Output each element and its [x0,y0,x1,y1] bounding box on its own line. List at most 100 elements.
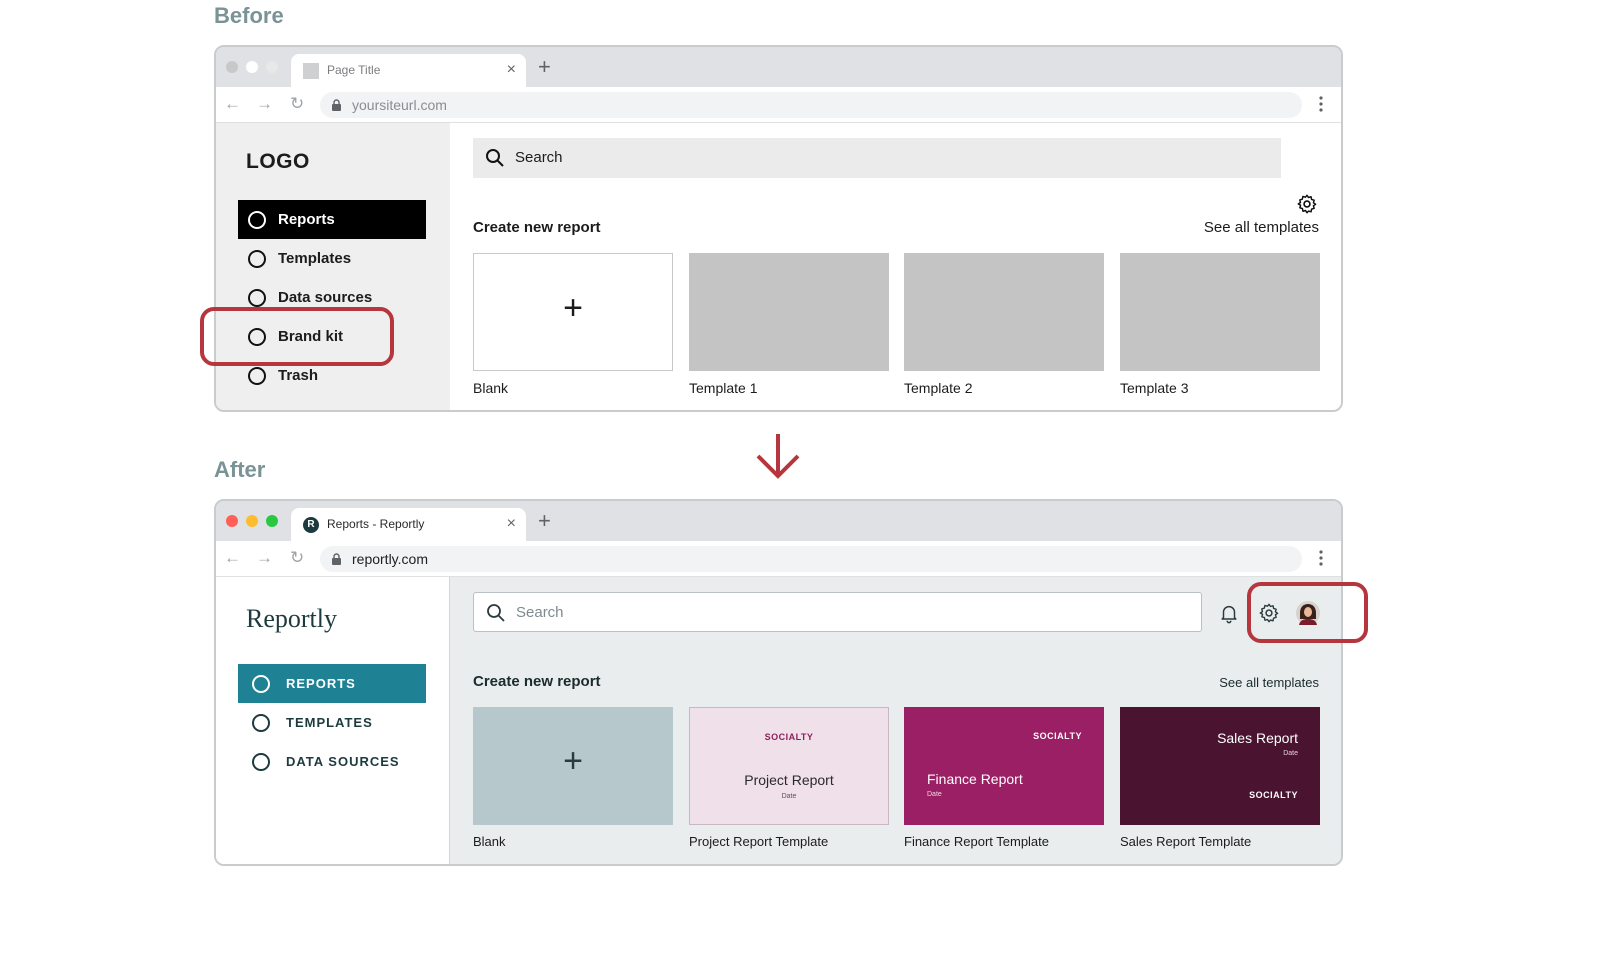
arrow-down-icon [756,434,800,479]
brand-tag: SOCIALTY [1249,790,1298,800]
back-icon[interactable]: ← [224,94,241,114]
sidebar-item-label: DATA SOURCES [286,754,400,769]
search-input[interactable]: Search [473,138,1281,178]
after-browser-window: R Reports - Reportly × + ← → ↻ reportly.… [214,499,1343,866]
card-label: Blank [473,380,509,396]
browser-menu-icon[interactable] [1319,95,1323,113]
browser-tab[interactable]: Page Title × [291,54,526,87]
search-placeholder: Search [515,149,563,166]
sidebar-item-reports[interactable]: Reports [238,200,426,239]
maximize-window-button[interactable] [266,515,278,527]
card-title: Project Report [744,772,834,788]
gear-icon[interactable] [1296,193,1318,215]
lock-icon [332,553,341,565]
maximize-window-button[interactable] [266,61,278,73]
reports-icon [248,210,266,229]
project-report-template-card[interactable]: SOCIALTY Project Report Date [689,707,889,825]
brand-tag: SOCIALTY [1033,731,1082,741]
template-card[interactable] [904,253,1104,371]
sidebar-item-label: REPORTS [286,676,356,691]
reportly-favicon-icon: R [303,517,319,533]
sales-report-template-card[interactable]: Sales Report Date SOCIALTY [1120,707,1320,825]
url-text: yoursiteurl.com [352,97,447,113]
logo: LOGO [246,150,310,173]
data-sources-icon [252,752,270,771]
address-bar-row: ← → ↻ yoursiteurl.com [216,87,1341,123]
search-input[interactable]: Search [473,592,1202,632]
reports-icon [252,674,270,693]
finance-report-template-card[interactable]: SOCIALTY Finance Report Date [904,707,1104,825]
card-title: Finance Report [927,771,1023,787]
blank-card[interactable]: + [473,253,673,371]
blank-card[interactable]: + [473,707,673,825]
reload-icon[interactable]: ↻ [290,94,304,114]
bell-icon[interactable] [1218,602,1240,624]
forward-icon[interactable]: → [256,94,273,114]
logo: Reportly [246,604,337,633]
search-icon [487,604,505,622]
after-label: After [214,457,266,482]
section-title: Create new report [473,673,601,690]
see-all-templates-link[interactable]: See all templates [1219,675,1319,690]
section-title: Create new report [473,219,601,236]
sidebar-item-label: Trash [278,367,319,384]
sidebar-item-data-sources[interactable]: DATA SOURCES [238,742,426,781]
sidebar-item-label: Templates [278,250,352,267]
close-window-button[interactable] [226,515,238,527]
window-controls [226,61,278,73]
search-icon [486,149,504,167]
template-card[interactable] [1120,253,1320,371]
card-label: Finance Report Template [904,834,1050,849]
plus-icon: + [563,289,583,327]
address-bar-row: ← → ↻ reportly.com [216,541,1341,577]
address-bar[interactable]: yoursiteurl.com [320,92,1302,118]
forward-icon[interactable]: → [256,548,273,568]
back-icon[interactable]: ← [224,548,241,568]
tab-bar: Page Title × + [216,47,1341,87]
sidebar: Reportly REPORTS TEMPLATES DATA SOURCES [216,577,450,864]
see-all-templates-link[interactable]: See all templates [1204,219,1319,236]
sidebar-item-reports[interactable]: REPORTS [238,664,426,703]
card-label: Blank [473,834,506,849]
trash-icon [248,366,266,385]
before-label: Before [214,3,284,28]
brand-tag: SOCIALTY [764,732,814,742]
close-window-button[interactable] [226,61,238,73]
sidebar-item-templates[interactable]: Templates [238,239,426,278]
sidebar: LOGO Reports Templates Data sources Bran… [216,123,450,410]
browser-tab[interactable]: R Reports - Reportly × [291,508,526,541]
card-date: Date [927,791,942,798]
favicon-placeholder [303,63,319,79]
sidebar-item-label: Data sources [278,289,373,306]
tab-close-icon[interactable]: × [507,514,516,534]
card-label: Sales Report Template [1120,834,1252,849]
templates-icon [248,249,266,268]
card-label: Template 1 [689,380,758,396]
tab-title: Reports - Reportly [327,517,425,531]
data-sources-icon [248,288,266,307]
minimize-window-button[interactable] [246,61,258,73]
minimize-window-button[interactable] [246,515,258,527]
reload-icon[interactable]: ↻ [290,548,304,568]
address-bar[interactable]: reportly.com [320,546,1302,572]
main-content: Search Create new report See all templat… [450,577,1341,864]
url-text: reportly.com [352,551,428,567]
header-icons-highlight [1247,582,1368,643]
tab-close-icon[interactable]: × [507,60,516,80]
brand-kit-highlight [200,307,394,366]
sidebar-item-label: TEMPLATES [286,715,373,730]
template-card[interactable] [689,253,889,371]
window-controls [226,515,278,527]
favicon-letter: R [307,519,315,530]
browser-menu-icon[interactable] [1319,549,1323,567]
new-tab-button[interactable]: + [538,510,551,532]
search-placeholder: Search [516,604,564,621]
templates-icon [252,713,270,732]
tab-title: Page Title [327,63,381,77]
card-label: Project Report Template [689,834,829,849]
new-tab-button[interactable]: + [538,56,551,78]
plus-icon: + [563,742,583,780]
card-label: Template 3 [1120,380,1189,396]
sidebar-item-templates[interactable]: TEMPLATES [238,703,426,742]
card-date: Date [781,793,797,800]
